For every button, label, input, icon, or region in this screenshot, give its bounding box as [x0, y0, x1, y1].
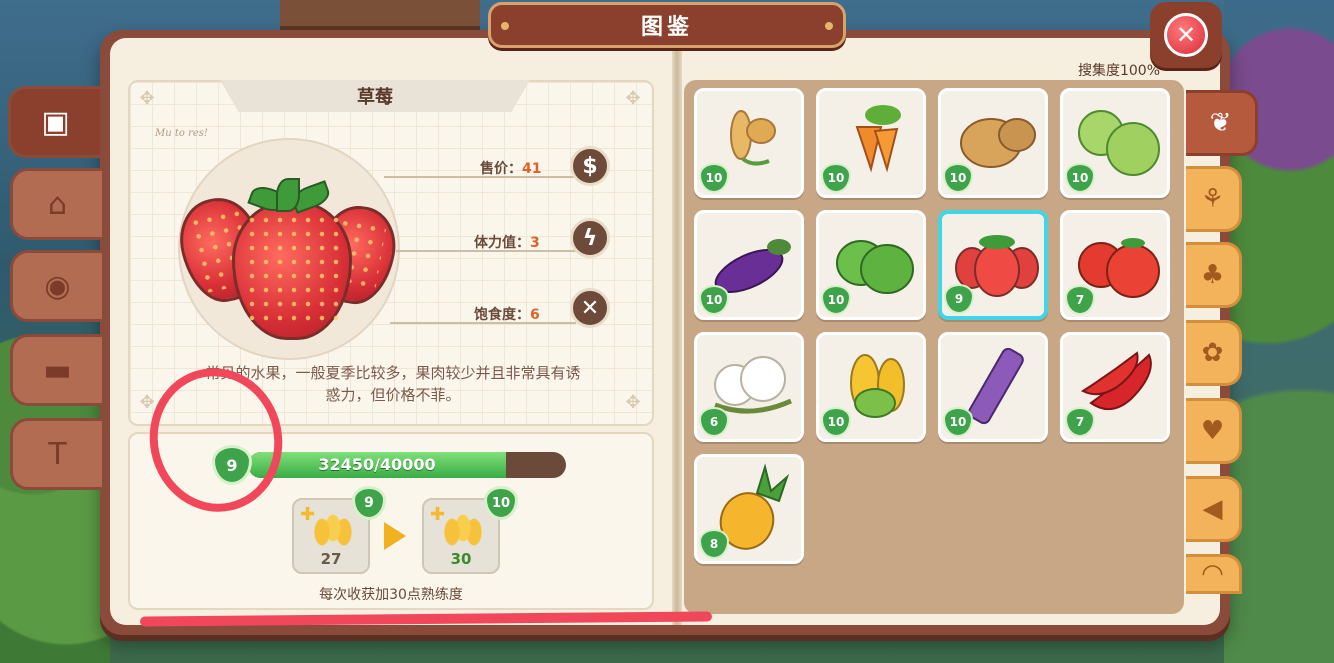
- left-tab-shirt[interactable]: T: [10, 418, 102, 490]
- crop-level-badge: 10: [821, 285, 851, 315]
- wheat-icon: [730, 110, 776, 166]
- crop-cell-watermelon[interactable]: 10: [816, 210, 926, 320]
- left-tab-house[interactable]: ⌂: [10, 168, 102, 240]
- right-tab-shell[interactable]: ◠: [1186, 554, 1242, 594]
- dollar-icon: $: [570, 146, 610, 186]
- strawberry-center: [232, 200, 352, 340]
- house-icon: ⌂: [47, 186, 68, 222]
- background-deck: [280, 0, 480, 30]
- fork-spoon-icon: ✕: [570, 288, 610, 328]
- crop-cell-chili[interactable]: 7: [1060, 332, 1170, 442]
- crop-cell-cabbage[interactable]: 10: [1060, 88, 1170, 198]
- stat-satiety-label: 饱食度：: [474, 307, 530, 323]
- right-tab-flower[interactable]: ✿: [1186, 320, 1242, 386]
- crop-level-badge: 10: [1065, 163, 1095, 193]
- page-divider: [672, 38, 682, 625]
- crop-level-badge: 6: [699, 407, 729, 437]
- crop-cell-eggplant[interactable]: 10: [694, 210, 804, 320]
- stat-stamina-label: 体力值：: [474, 235, 530, 251]
- right-tab-trees[interactable]: ♣: [1186, 242, 1242, 308]
- crop-level-badge: 10: [943, 163, 973, 193]
- close-x-icon: ✕: [1164, 13, 1208, 57]
- crop-cell-potato[interactable]: 10: [938, 88, 1048, 198]
- wheat-bundle-icon: ❦: [1209, 108, 1232, 138]
- wheat-bundle-icon: [440, 510, 486, 550]
- right-tab-fish[interactable]: ◀: [1186, 476, 1242, 542]
- crop-cell-wheat[interactable]: 10: [694, 88, 804, 198]
- right-tab-crops[interactable]: ❦: [1186, 90, 1258, 156]
- strawberry-leaf: [276, 178, 300, 212]
- shell-icon: ◠: [1201, 559, 1224, 589]
- corner-ornament-icon: ✥: [625, 88, 641, 109]
- crop-cell-carrot[interactable]: 10: [816, 88, 926, 198]
- fish-icon: ◀: [1202, 494, 1223, 524]
- stat-price-label: 售价：: [480, 161, 522, 177]
- stat-satiety-value: 6: [530, 307, 540, 323]
- stat-stamina: 体力值：3: [474, 232, 540, 252]
- carrot-icon: [855, 105, 901, 173]
- right-tab-grain[interactable]: ⚘: [1186, 166, 1242, 232]
- stat-stamina-value: 3: [530, 235, 540, 251]
- crop-level-badge: 10: [699, 285, 729, 315]
- crop-level-badge: 10: [699, 163, 729, 193]
- proficiency-progress-text: 32450/40000: [318, 455, 436, 474]
- crop-level-badge: 7: [1065, 285, 1095, 315]
- item-name: 草莓: [220, 80, 530, 112]
- wheat-bundle-icon: [310, 510, 356, 550]
- corner-ornament-icon: ✥: [139, 88, 155, 109]
- page-title: 图鉴: [488, 2, 846, 48]
- crop-cell-tomato[interactable]: 7: [1060, 210, 1170, 320]
- owl-icon: ◉: [44, 268, 71, 304]
- shirt-icon: T: [48, 436, 67, 472]
- box-icon: ▣: [41, 104, 70, 140]
- collection-rate: 搜集度100%: [1077, 63, 1160, 79]
- crop-level-badge: 8: [699, 529, 729, 559]
- corner-ornament-icon: ✥: [625, 392, 641, 413]
- crop-level-badge: 10: [821, 163, 851, 193]
- crop-cell-cotton[interactable]: 6: [694, 332, 804, 442]
- arrow-right-icon: [384, 522, 406, 550]
- stat-price-value: 41: [522, 161, 542, 177]
- trees-icon: ♣: [1200, 260, 1225, 290]
- handwritten-note: Mu to res!: [155, 128, 208, 139]
- corner-ornament-icon: ✥: [139, 392, 155, 413]
- sofa-icon: ▬: [43, 352, 72, 388]
- current-harvest-amount: 27: [320, 550, 342, 568]
- crop-cell-corn[interactable]: 10: [816, 332, 926, 442]
- crop-cell-sugarcane[interactable]: 10: [938, 332, 1048, 442]
- crop-level-badge: 7: [1065, 407, 1095, 437]
- stat-satiety: 饱食度：6: [474, 304, 540, 324]
- crop-level-badge: 9: [944, 284, 974, 314]
- left-tab-sofa[interactable]: ▬: [10, 334, 102, 406]
- crop-level-badge: 10: [943, 407, 973, 437]
- right-tab-chicken[interactable]: ♥: [1186, 398, 1242, 464]
- proficiency-note: 每次收获加30点熟练度: [319, 587, 463, 603]
- stat-price: 售价：41: [480, 158, 541, 178]
- next-harvest-amount: 30: [450, 550, 472, 568]
- lightning-icon: ϟ: [570, 218, 610, 258]
- grain-icon: ⚘: [1200, 184, 1225, 214]
- crop-cell-pineapple[interactable]: 8: [694, 454, 804, 564]
- flower-icon: ✿: [1201, 338, 1224, 368]
- crop-cell-strawberry[interactable]: 9: [938, 210, 1048, 320]
- close-button[interactable]: ✕: [1150, 2, 1222, 68]
- chicken-icon: ♥: [1200, 416, 1225, 446]
- left-tab-owl[interactable]: ◉: [10, 250, 102, 322]
- left-tab-box[interactable]: ▣: [8, 86, 100, 158]
- crop-level-badge: 10: [821, 407, 851, 437]
